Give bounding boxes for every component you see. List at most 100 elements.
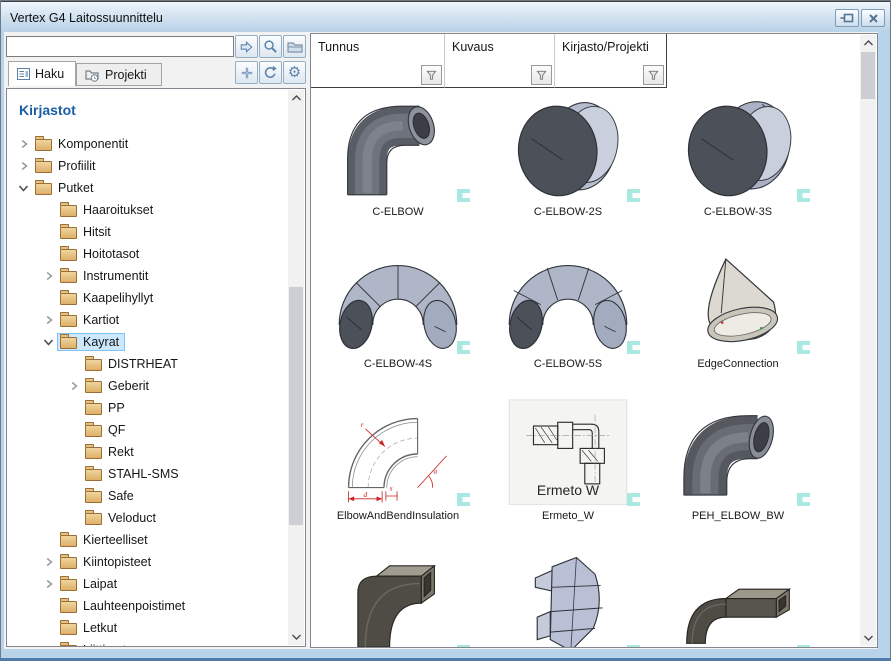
tree-item-safe[interactable]: Safe xyxy=(7,485,288,507)
tree-item-laipat[interactable]: Laipat xyxy=(7,573,288,595)
tree-item-instrumentit[interactable]: Instrumentit xyxy=(7,265,288,287)
tree-item-pp[interactable]: PP xyxy=(7,397,288,419)
chevron-down-icon[interactable] xyxy=(15,183,32,193)
tree-node: Rekt xyxy=(82,443,140,461)
folder-icon xyxy=(60,535,77,547)
folder-icon xyxy=(85,359,102,371)
grid-item-c-elbow-5s[interactable]: C-ELBOW-5S xyxy=(483,244,653,396)
close-window-button[interactable] xyxy=(861,9,885,27)
scrollbar-thumb[interactable] xyxy=(861,52,875,99)
column-header-kirjasto[interactable]: Kirjasto/Projekti xyxy=(555,34,667,88)
thumb-c-elbow-4s xyxy=(323,246,473,358)
tree-item-hitsit[interactable]: Hitsit xyxy=(7,221,288,243)
search-input[interactable] xyxy=(6,36,234,57)
tree-item-label: Lauhteenpoistimet xyxy=(83,599,185,613)
filter-kuvaus-button[interactable] xyxy=(531,65,552,85)
chevron-right-icon[interactable] xyxy=(40,557,57,567)
tree-item-label: Hitsit xyxy=(83,225,111,239)
chevron-right-icon[interactable] xyxy=(40,579,57,589)
tree-item-kierteelliset[interactable]: Kierteelliset xyxy=(7,529,288,551)
component-badge-icon xyxy=(796,492,811,507)
search-button[interactable] xyxy=(259,35,282,58)
chevron-right-icon[interactable] xyxy=(40,315,57,325)
folder-icon xyxy=(60,205,77,217)
column-label: Kuvaus xyxy=(452,40,494,54)
scroll-down-icon[interactable] xyxy=(860,630,876,646)
tree-node: Liittimet xyxy=(57,641,132,647)
column-header-kuvaus[interactable]: Kuvaus xyxy=(445,34,555,88)
tree-node: Haaroitukset xyxy=(57,201,159,219)
chevron-right-icon[interactable] xyxy=(40,645,57,647)
grid-item-ermeto-w[interactable]: Ermeto WErmeto_W xyxy=(483,396,653,548)
tree-item-geberit[interactable]: Geberit xyxy=(7,375,288,397)
tree-item-putket[interactable]: Putket xyxy=(7,177,288,199)
pin-window-button[interactable] xyxy=(835,9,859,27)
tree-item-kiintopisteet[interactable]: Kiintopisteet xyxy=(7,551,288,573)
scroll-up-icon[interactable] xyxy=(288,90,304,106)
component-badge-icon xyxy=(626,188,641,203)
chevron-right-icon[interactable] xyxy=(40,271,57,281)
tab-projekti-label: Projekti xyxy=(105,68,147,82)
grid-item-peh-elbow-bw[interactable]: PEH_ELBOW_BW xyxy=(653,396,823,548)
component-grid: C-ELBOWC-ELBOW-2SC-ELBOW-3S C-ELBOW-4SC-E… xyxy=(313,92,828,648)
grid-item-label: C-ELBOW xyxy=(313,206,483,218)
tree-item-letkut[interactable]: Letkut xyxy=(7,617,288,639)
grid-item[interactable] xyxy=(483,548,653,648)
tree-item-kayrat[interactable]: Kayrat xyxy=(7,331,288,353)
grid-item-c-elbow-3s[interactable]: C-ELBOW-3S xyxy=(653,92,823,244)
component-badge-icon xyxy=(456,340,471,355)
tree-item-label: Geberit xyxy=(108,379,149,393)
tree-item-stahl-sms[interactable]: STAHL-SMS xyxy=(7,463,288,485)
column-label: Kirjasto/Projekti xyxy=(562,40,649,54)
grid-item[interactable] xyxy=(313,548,483,648)
grid-item-edgeconnection[interactable]: EdgeConnection xyxy=(653,244,823,396)
filter-tunnus-button[interactable] xyxy=(421,65,442,85)
tree-scrollbar[interactable] xyxy=(288,90,304,645)
grid-item-c-elbow-2s[interactable]: C-ELBOW-2S xyxy=(483,92,653,244)
tree-node: Putket xyxy=(32,179,99,197)
scroll-up-icon[interactable] xyxy=(860,35,876,51)
chevron-right-icon[interactable] xyxy=(15,139,32,149)
grid-item-label: Ermeto_W xyxy=(483,510,653,522)
tree-item-profiilit[interactable]: Profiilit xyxy=(7,155,288,177)
tree-item-lauhteenpoistimet[interactable]: Lauhteenpoistimet xyxy=(7,595,288,617)
refresh-button[interactable] xyxy=(259,61,282,84)
chevron-right-icon[interactable] xyxy=(15,161,32,171)
tab-haku[interactable]: Haku xyxy=(8,61,76,86)
component-badge-icon xyxy=(456,644,471,648)
grid-scrollbar[interactable] xyxy=(860,35,876,646)
tree-node: Kartiot xyxy=(57,311,125,329)
column-header-tunnus[interactable]: Tunnus xyxy=(311,34,445,88)
tree-item-kartiot[interactable]: Kartiot xyxy=(7,309,288,331)
folder-icon xyxy=(60,271,77,283)
tree-item-hoitotasot[interactable]: Hoitotasot xyxy=(7,243,288,265)
tab-projekti[interactable]: Projekti xyxy=(76,63,162,86)
add-button[interactable] xyxy=(235,61,258,84)
tree-item-rekt[interactable]: Rekt xyxy=(7,441,288,463)
tree-node: DISTRHEAT xyxy=(82,355,184,373)
tree-item-kaapelihyllyt[interactable]: Kaapelihyllyt xyxy=(7,287,288,309)
grid-item[interactable] xyxy=(653,548,823,648)
tree-item-veloduct[interactable]: Veloduct xyxy=(7,507,288,529)
chevron-down-icon[interactable] xyxy=(40,337,57,347)
scrollbar-thumb[interactable] xyxy=(289,287,303,525)
scroll-down-icon[interactable] xyxy=(288,629,304,645)
tree-item-distrheat[interactable]: DISTRHEAT xyxy=(7,353,288,375)
tree-item-haaroitukset[interactable]: Haaroitukset xyxy=(7,199,288,221)
thumb-c-elbow-3s xyxy=(663,94,813,206)
grid-item-elbowandbendinsulation[interactable]: ElbowAndBendInsulation xyxy=(313,396,483,548)
tree-item-qf[interactable]: QF xyxy=(7,419,288,441)
thumb-peh-elbow xyxy=(663,398,813,510)
component-badge-icon xyxy=(626,340,641,355)
tree-item-liittimet[interactable]: Liittimet xyxy=(7,639,288,647)
tree-item-komponentit[interactable]: Komponentit xyxy=(7,133,288,155)
grid-item-c-elbow[interactable]: C-ELBOW xyxy=(313,92,483,244)
folder-icon xyxy=(85,513,102,525)
settings-button[interactable]: ⚙ xyxy=(283,61,306,84)
go-button[interactable] xyxy=(235,35,258,58)
open-library-button[interactable] xyxy=(283,35,306,58)
grid-item-c-elbow-4s[interactable]: C-ELBOW-4S xyxy=(313,244,483,396)
filter-kirjasto-button[interactable] xyxy=(643,65,664,85)
arrow-go-icon xyxy=(239,40,254,54)
chevron-right-icon[interactable] xyxy=(65,381,82,391)
